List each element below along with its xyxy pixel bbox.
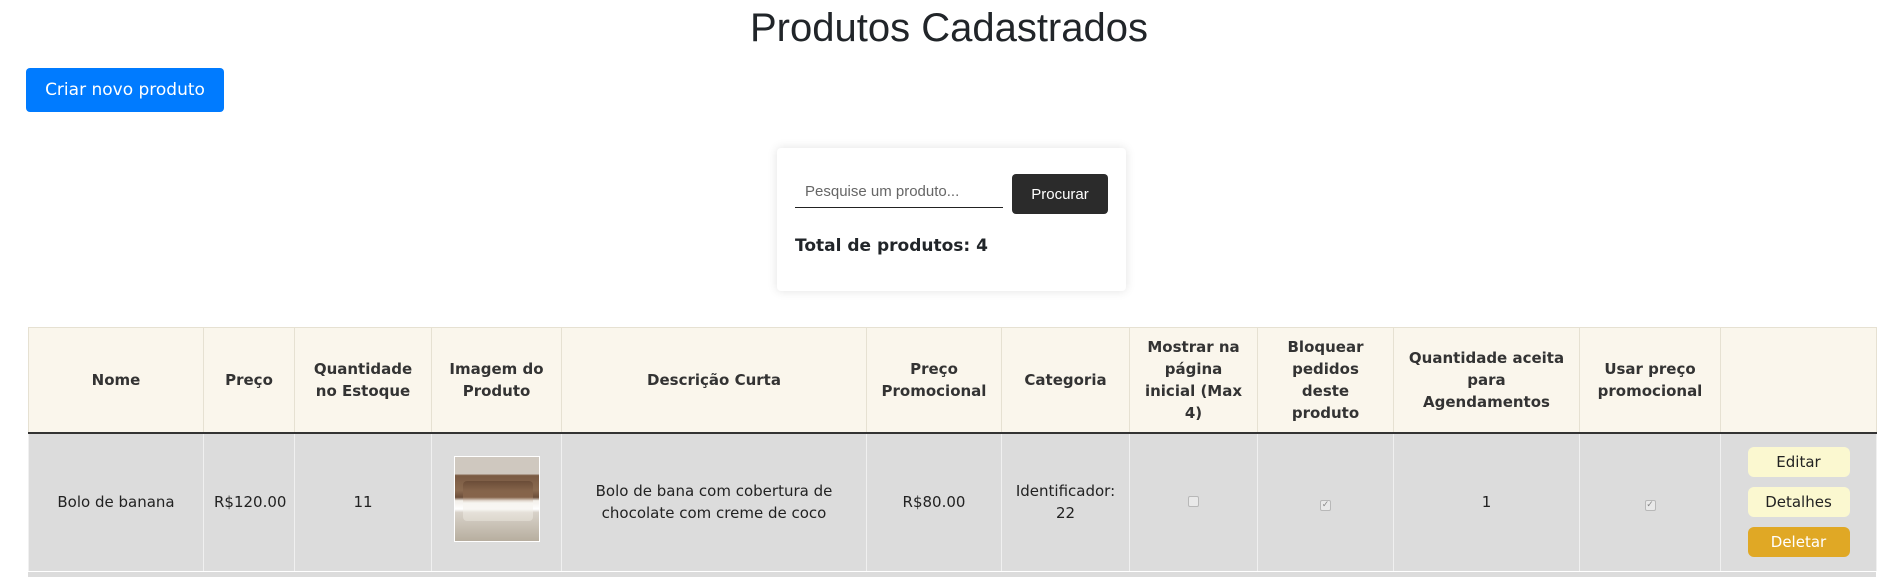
search-input[interactable] — [795, 176, 1003, 208]
use-promo-checkbox[interactable]: ✓ — [1644, 500, 1656, 511]
header-description: Descrição Curta — [561, 327, 867, 434]
block-orders-checkbox[interactable]: ✓ — [1320, 500, 1331, 511]
cell-description: Bolo de bana com cobertura de chocolate … — [561, 432, 867, 571]
header-name: Nome — [28, 327, 204, 434]
products-table: Nome Preço Quantidade no Estoque Imagem … — [28, 327, 1877, 571]
header-price: Preço — [203, 327, 295, 434]
cell-show-home — [1129, 432, 1258, 571]
edit-button[interactable]: Editar — [1747, 447, 1850, 477]
header-show-home: Mostrar na página inicial (Max 4) — [1129, 327, 1258, 434]
header-image: Imagem do Produto — [431, 327, 562, 434]
header-promo-price: Preço Promocional — [866, 327, 1002, 434]
search-card: Procurar Total de produtos: 4 — [777, 148, 1126, 291]
cell-block-orders: ✓ — [1257, 432, 1394, 571]
cell-use-promo: ✓ — [1579, 432, 1721, 571]
search-button[interactable]: Procurar — [1012, 174, 1108, 214]
cell-promo-price: R$80.00 — [866, 432, 1002, 571]
header-category: Categoria — [1001, 327, 1130, 434]
cell-name: Bolo de banana — [28, 432, 204, 571]
header-block-orders: Bloquear pedidos deste produto — [1257, 327, 1394, 434]
cell-stock: 11 — [294, 432, 432, 571]
table-header-row: Nome Preço Quantidade no Estoque Imagem … — [28, 327, 1877, 434]
create-product-button[interactable]: Criar novo produto — [26, 68, 224, 112]
cell-price: R$120.00 — [203, 432, 295, 571]
cell-actions: Editar Detalhes Deletar — [1720, 432, 1877, 571]
header-actions — [1720, 327, 1877, 434]
header-stock: Quantidade no Estoque — [294, 327, 432, 434]
page-title: Produtos Cadastrados — [749, 6, 1148, 50]
show-home-checkbox[interactable] — [1188, 496, 1199, 507]
header-schedule-qty: Quantidade aceita para Agendamentos — [1393, 327, 1580, 434]
details-button[interactable]: Detalhes — [1747, 487, 1850, 517]
table-row: Bolo de banana R$120.00 11 Bolo de bana … — [28, 432, 1877, 571]
product-image — [453, 456, 540, 542]
cell-category: Identificador: 22 — [1001, 432, 1130, 571]
total-products-label: Total de produtos: 4 — [795, 236, 988, 256]
header-use-promo: Usar preço promocional — [1579, 327, 1721, 434]
cell-schedule-qty: 1 — [1393, 432, 1580, 571]
row-actions: Editar Detalhes Deletar — [1731, 447, 1866, 557]
next-table-row — [28, 572, 1876, 577]
delete-button[interactable]: Deletar — [1747, 527, 1850, 557]
cell-image — [431, 432, 562, 571]
